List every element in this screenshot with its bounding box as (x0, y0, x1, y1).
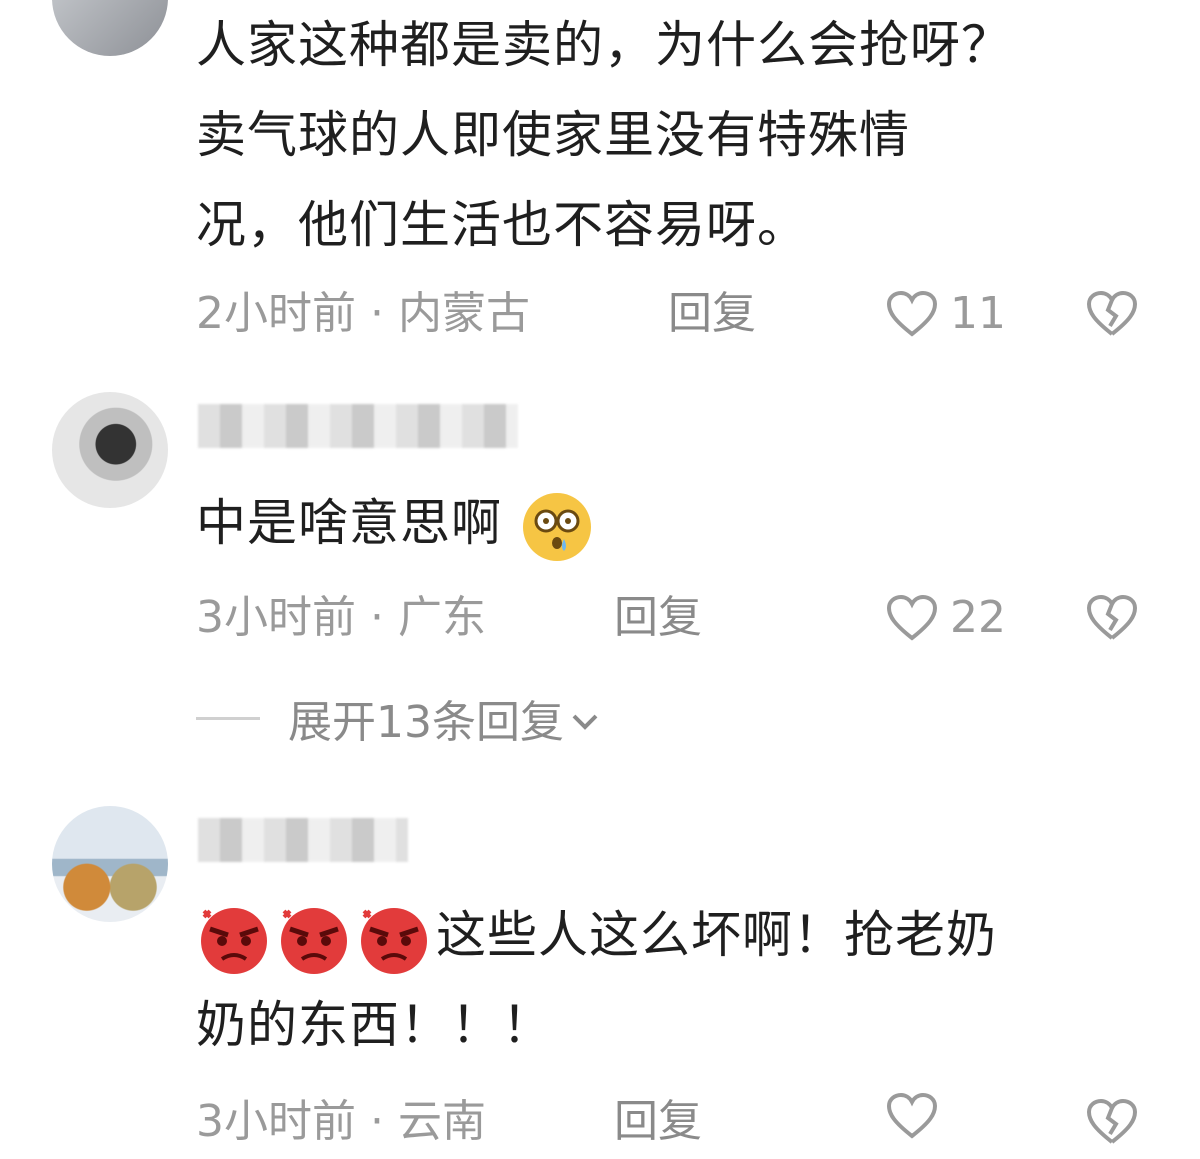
expand-replies-label: 展开13条回复 (288, 697, 564, 748)
comment-meta: 3小时前 · 云南 回复 (196, 1092, 1156, 1152)
comment-text-line: 况，他们生活也不容易呀。 (196, 196, 808, 254)
divider (196, 716, 260, 720)
comment-text: 这些人这么坏啊！抢老奶 奶的东西！！！ (196, 890, 1166, 1070)
avatar[interactable] (52, 806, 168, 922)
avatar[interactable] (52, 0, 168, 56)
heart-icon (886, 290, 938, 338)
heart-icon (886, 1092, 938, 1140)
heart-icon (886, 594, 938, 642)
reply-button[interactable]: 回复 (668, 284, 756, 344)
comment-text-line: 卖气球的人即使家里没有特殊情 (196, 106, 910, 164)
comment-text-line: 这些人这么坏啊！抢老奶 (196, 890, 1166, 980)
like-button[interactable]: 22 (886, 588, 1006, 648)
comment-time-location: 2小时前 · 内蒙古 (196, 288, 530, 339)
comment-meta: 2小时前 · 内蒙古 回复 11 (196, 284, 1156, 344)
broken-heart-icon[interactable] (1086, 1098, 1138, 1146)
comment-time-location: 3小时前 · 云南 (196, 1096, 486, 1147)
chevron-down-icon (570, 693, 600, 744)
like-count: 22 (950, 592, 1006, 643)
comment-text-line: 中是啥意思啊 (196, 494, 502, 552)
shocked-face-icon (519, 489, 595, 565)
comment-meta: 3小时前 · 广东 回复 22 (196, 588, 1156, 648)
reply-button[interactable]: 回复 (614, 588, 702, 648)
comment-1: 人家这种都是卖的，为什么会抢呀？ 卖气球的人即使家里没有特殊情 况，他们生活也不… (0, 0, 1200, 360)
broken-heart-icon[interactable] (1086, 594, 1138, 642)
like-count: 11 (950, 288, 1006, 339)
comment-time-location: 3小时前 · 广东 (196, 592, 486, 643)
reply-button[interactable]: 回复 (614, 1092, 702, 1152)
like-button[interactable]: 11 (886, 284, 1006, 344)
username-blurred[interactable] (198, 404, 518, 448)
comment-text: 人家这种都是卖的，为什么会抢呀？ 卖气球的人即使家里没有特殊情 况，他们生活也不… (196, 0, 1166, 270)
angry-face-icon (356, 901, 432, 977)
comment-text-line: 人家这种都是卖的，为什么会抢呀？ (196, 16, 1012, 74)
username-blurred[interactable] (198, 818, 408, 862)
avatar[interactable] (52, 392, 168, 508)
angry-face-icon (276, 901, 352, 977)
comment-text-line: 奶的东西！！！ (196, 996, 553, 1054)
expand-replies-button[interactable]: 展开13条回复 (196, 688, 600, 748)
broken-heart-icon[interactable] (1086, 290, 1138, 338)
comment-text: 中是啥意思啊 (196, 478, 1166, 568)
comment-text-line-content: 这些人这么坏啊！抢老奶 (436, 906, 997, 964)
like-button[interactable] (886, 1092, 938, 1140)
angry-face-icon (196, 901, 272, 977)
